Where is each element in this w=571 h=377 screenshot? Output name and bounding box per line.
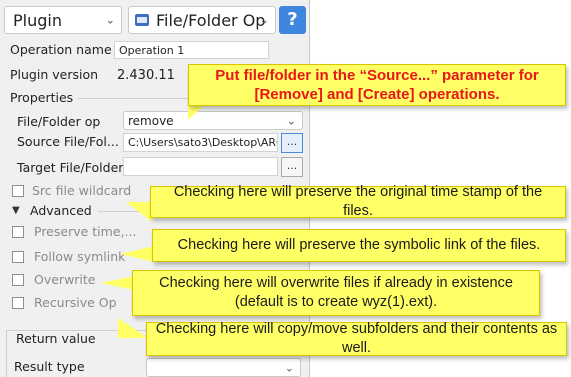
callout-pointer [120, 246, 154, 262]
callout-source-text: Put file/folder in the “Source...” param… [215, 67, 539, 103]
callout-pointer [100, 276, 134, 290]
return-value-label: Return value [14, 331, 98, 346]
callout-recursive-text: Checking here will copy/move subfolders … [155, 321, 558, 356]
target-label: Target File/Folder [17, 160, 124, 175]
properties-group-label: Properties [10, 90, 74, 105]
follow-symlink-checkbox[interactable] [12, 251, 24, 263]
follow-symlink-label: Follow symlink [34, 249, 126, 264]
chevron-down-icon: ⌄ [286, 114, 296, 127]
operation-name-input[interactable]: Operation 1 [114, 41, 269, 59]
chevron-down-icon: ⌄ [284, 361, 294, 374]
overwrite-label: Overwrite [34, 272, 96, 287]
callout-pointer [188, 104, 206, 120]
recursive-op-label: Recursive Op [34, 295, 117, 310]
target-browse-button[interactable]: ... [281, 157, 303, 177]
plugin-select-value: Plugin [13, 10, 62, 30]
callout-preserve-time: Checking here will preserve the original… [150, 184, 566, 219]
preserve-time-checkbox[interactable] [12, 226, 24, 238]
help-icon: ? [287, 9, 298, 30]
callout-pointer [126, 202, 152, 222]
operation-name-label: Operation name [10, 42, 112, 57]
chevron-down-icon: ⌄ [105, 13, 115, 27]
callout-symlink: Checking here will preserve the symbolic… [152, 229, 566, 262]
file-folder-op-label: File/Folder op [17, 114, 101, 129]
callout-recursive: Checking here will copy/move subfolders … [146, 321, 567, 356]
result-type-select[interactable]: ⌄ [146, 358, 301, 377]
callout-preserve-time-text: Checking here will preserve the original… [173, 184, 543, 219]
folder-op-icon [135, 14, 149, 26]
callout-overwrite-text: Checking here will overwrite files if al… [159, 275, 513, 310]
overwrite-checkbox[interactable] [12, 274, 24, 286]
source-input[interactable]: C:\Users\sato3\Desktop\ARG [123, 133, 278, 152]
operation-name-value: Operation 1 [119, 44, 185, 57]
result-type-label: Result type [14, 359, 85, 374]
src-wildcard-label: Src file wildcard [32, 183, 132, 198]
file-folder-op-select[interactable]: remove ⌄ [123, 111, 303, 130]
source-value: C:\Users\sato3\Desktop\ARG [128, 136, 278, 149]
browse-label: ... [286, 135, 298, 148]
callout-pointer [118, 318, 148, 338]
browse-label: ... [286, 159, 298, 172]
callout-symlink-text: Checking here will preserve the symbolic… [177, 237, 541, 253]
source-label: Source File/Fol... [17, 134, 119, 149]
preserve-time-label: Preserve time,... [34, 224, 137, 239]
src-wildcard-checkbox[interactable] [12, 185, 24, 197]
file-folder-op-value: remove [128, 113, 174, 128]
operation-select[interactable]: File/Folder Op ⌄ [128, 6, 276, 34]
plugin-version-label: Plugin version [10, 67, 99, 82]
callout-overwrite: Checking here will overwrite files if al… [132, 270, 540, 316]
callout-source: Put file/folder in the “Source...” param… [188, 64, 566, 106]
advanced-group-label[interactable]: Advanced [30, 203, 92, 218]
plugin-version-value: 2.430.11 [117, 68, 175, 83]
target-input[interactable] [123, 157, 278, 176]
source-browse-button[interactable]: ... [281, 133, 303, 153]
collapse-arrow-icon[interactable]: ▼ [12, 205, 20, 216]
recursive-op-checkbox[interactable] [12, 297, 24, 309]
help-button[interactable]: ? [279, 6, 306, 34]
operation-select-value: File/Folder Op [156, 10, 266, 30]
chevron-down-icon: ⌄ [259, 13, 269, 27]
plugin-select[interactable]: Plugin ⌄ [4, 6, 122, 34]
